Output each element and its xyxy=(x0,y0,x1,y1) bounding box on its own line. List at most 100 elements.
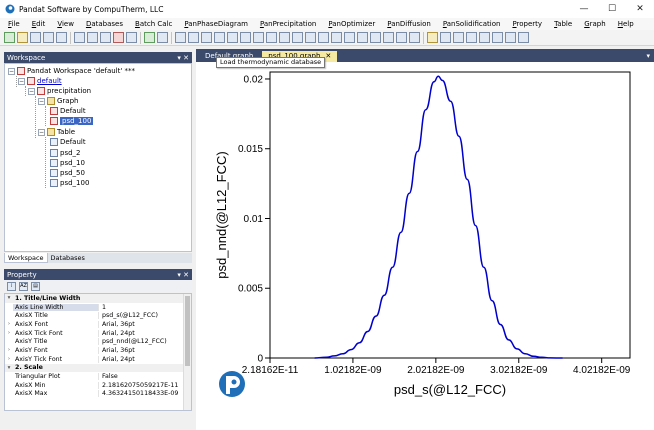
toolbar-button-icon[interactable] xyxy=(56,32,67,43)
toolbar-button-icon[interactable] xyxy=(466,32,477,43)
toolbar-button-icon[interactable] xyxy=(479,32,490,43)
collapse-icon[interactable]: − xyxy=(38,97,45,105)
toolbar-button-icon[interactable] xyxy=(357,32,368,43)
tree-item[interactable]: Default xyxy=(50,106,86,116)
tree-table-folder[interactable]: − Table xyxy=(38,127,75,137)
categorized-view-button[interactable]: ⁞ xyxy=(7,281,16,291)
close-tab-icon[interactable]: ✕ xyxy=(325,52,331,60)
toolbar-button-icon[interactable] xyxy=(100,32,111,43)
toolbar-button-icon[interactable] xyxy=(17,32,28,43)
tree-item[interactable]: Default xyxy=(50,137,86,147)
tree-item[interactable]: psd_100 xyxy=(50,178,89,188)
alphabetical-sort-button[interactable]: AZ xyxy=(19,281,28,291)
tree-graph-folder[interactable]: − Graph xyxy=(38,96,78,106)
property-row[interactable]: AxisX Title psd_s(@L12_FCC) xyxy=(5,311,191,320)
menu-item[interactable]: Databases xyxy=(80,20,129,28)
toolbar-button-icon[interactable] xyxy=(175,32,186,43)
property-row[interactable]: › AxisX Tick Font Arial, 24pt xyxy=(5,329,191,338)
toolbar-button-icon[interactable] xyxy=(253,32,264,43)
toolbar-button-icon[interactable] xyxy=(227,32,238,43)
expand-icon[interactable]: ▾ xyxy=(5,295,13,301)
toolbar-button-icon[interactable] xyxy=(266,32,277,43)
toolbar-button-icon[interactable] xyxy=(505,32,516,43)
property-value[interactable]: psd_nnd(@L12_FCC) xyxy=(98,338,191,346)
toolbar-button-icon[interactable] xyxy=(305,32,316,43)
property-row[interactable]: › AxisY Tick Font Arial, 24pt xyxy=(5,355,191,364)
tree-item[interactable]: psd_10 xyxy=(50,158,85,168)
menu-item[interactable]: Edit xyxy=(26,20,52,28)
property-category[interactable]: ▾ 2. Scale xyxy=(5,363,191,373)
toolbar-button-icon[interactable] xyxy=(453,32,464,43)
toolbar-button-icon[interactable] xyxy=(427,32,438,43)
tree-root[interactable]: − Pandat Workspace 'default' *** xyxy=(8,66,135,76)
menu-item[interactable]: PanPhaseDiagram xyxy=(178,20,254,28)
property-panel-buttons[interactable]: ▾ ✕ xyxy=(177,271,192,279)
toolbar-button-icon[interactable] xyxy=(214,32,225,43)
document-menu-icon[interactable]: ▾ xyxy=(646,51,654,62)
expand-icon[interactable]: › xyxy=(5,356,13,362)
toolbar-button-icon[interactable] xyxy=(188,32,199,43)
toolbar-button-icon[interactable] xyxy=(144,32,155,43)
property-value[interactable]: 4.36324150118433E-09 xyxy=(98,390,191,398)
toolbar-button-icon[interactable] xyxy=(30,32,41,43)
toolbar-button-icon[interactable] xyxy=(409,32,420,43)
menu-item[interactable]: File xyxy=(2,20,26,28)
property-pages-button[interactable]: ▤ xyxy=(31,281,40,291)
property-category[interactable]: ▾ 1. Title/Line Width xyxy=(5,294,191,303)
tab-databases[interactable]: Databases xyxy=(48,253,88,263)
toolbar-button-icon[interactable] xyxy=(240,32,251,43)
property-row[interactable]: AxisX Max 4.36324150118433E-09 xyxy=(5,390,191,399)
menu-item[interactable]: Batch Calc xyxy=(129,20,178,28)
maximize-button[interactable]: ☐ xyxy=(598,0,626,18)
close-button[interactable]: ✕ xyxy=(626,0,654,18)
toolbar-button-icon[interactable] xyxy=(344,32,355,43)
toolbar-button-icon[interactable] xyxy=(126,32,137,43)
toolbar-button-icon[interactable] xyxy=(440,32,451,43)
toolbar-button-icon[interactable] xyxy=(113,32,124,43)
property-value[interactable]: Arial, 36pt xyxy=(98,320,191,328)
toolbar-button-icon[interactable] xyxy=(492,32,503,43)
property-row[interactable]: AxisX Min 2.18162075059217E-11 xyxy=(5,381,191,390)
property-value[interactable]: Arial, 36pt xyxy=(98,346,191,354)
property-value[interactable]: 2.18162075059217E-11 xyxy=(98,381,191,389)
tree-item[interactable]: psd_50 xyxy=(50,168,85,178)
toolbar-button-icon[interactable] xyxy=(201,32,212,43)
toolbar-button-icon[interactable] xyxy=(370,32,381,43)
menu-item[interactable]: PanPrecipitation xyxy=(254,20,322,28)
menu-item[interactable]: PanDiffusion xyxy=(381,20,437,28)
property-value[interactable]: Arial, 24pt xyxy=(98,355,191,363)
tree-project[interactable]: − default xyxy=(18,76,62,86)
expand-icon[interactable]: › xyxy=(5,321,13,327)
property-row[interactable]: Axis Line Width 1 xyxy=(5,303,191,312)
toolbar-button-icon[interactable] xyxy=(279,32,290,43)
minimize-button[interactable]: — xyxy=(570,0,598,18)
toolbar-button-icon[interactable] xyxy=(4,32,15,43)
toolbar-button-icon[interactable] xyxy=(331,32,342,43)
expand-icon[interactable]: ▾ xyxy=(5,365,13,371)
property-value[interactable]: False xyxy=(98,373,191,381)
menu-item[interactable]: Table xyxy=(548,20,578,28)
toolbar-button-icon[interactable] xyxy=(87,32,98,43)
tree-item-selected[interactable]: psd_100 xyxy=(50,116,94,126)
tree-module[interactable]: − precipitation xyxy=(28,86,91,96)
toolbar-button-icon[interactable] xyxy=(157,32,168,43)
collapse-icon[interactable]: − xyxy=(28,87,35,95)
graph-canvas[interactable]: 0 0.005 0.01 0.015 0.02 2.18162E-11 1.02182E-0… xyxy=(196,62,654,430)
tree-item[interactable]: psd_2 xyxy=(50,148,81,158)
toolbar-button-icon[interactable] xyxy=(292,32,303,43)
menu-item[interactable]: PanOptimizer xyxy=(322,20,381,28)
collapse-icon[interactable]: − xyxy=(8,67,15,75)
toolbar-button-icon[interactable] xyxy=(74,32,85,43)
toolbar-button-icon[interactable] xyxy=(383,32,394,43)
toolbar-button-icon[interactable] xyxy=(43,32,54,43)
tab-workspace[interactable]: Workspace xyxy=(4,253,48,263)
property-value[interactable]: Arial, 24pt xyxy=(98,329,191,337)
menu-item[interactable]: Property xyxy=(506,20,548,28)
collapse-icon[interactable]: − xyxy=(38,128,45,136)
collapse-icon[interactable]: − xyxy=(18,77,25,85)
property-scrollbar[interactable] xyxy=(183,294,191,410)
expand-icon[interactable]: › xyxy=(5,330,13,336)
scrollbar-thumb[interactable] xyxy=(185,296,190,366)
property-row[interactable]: › AxisY Font Arial, 36pt xyxy=(5,346,191,355)
toolbar-button-icon[interactable] xyxy=(518,32,529,43)
